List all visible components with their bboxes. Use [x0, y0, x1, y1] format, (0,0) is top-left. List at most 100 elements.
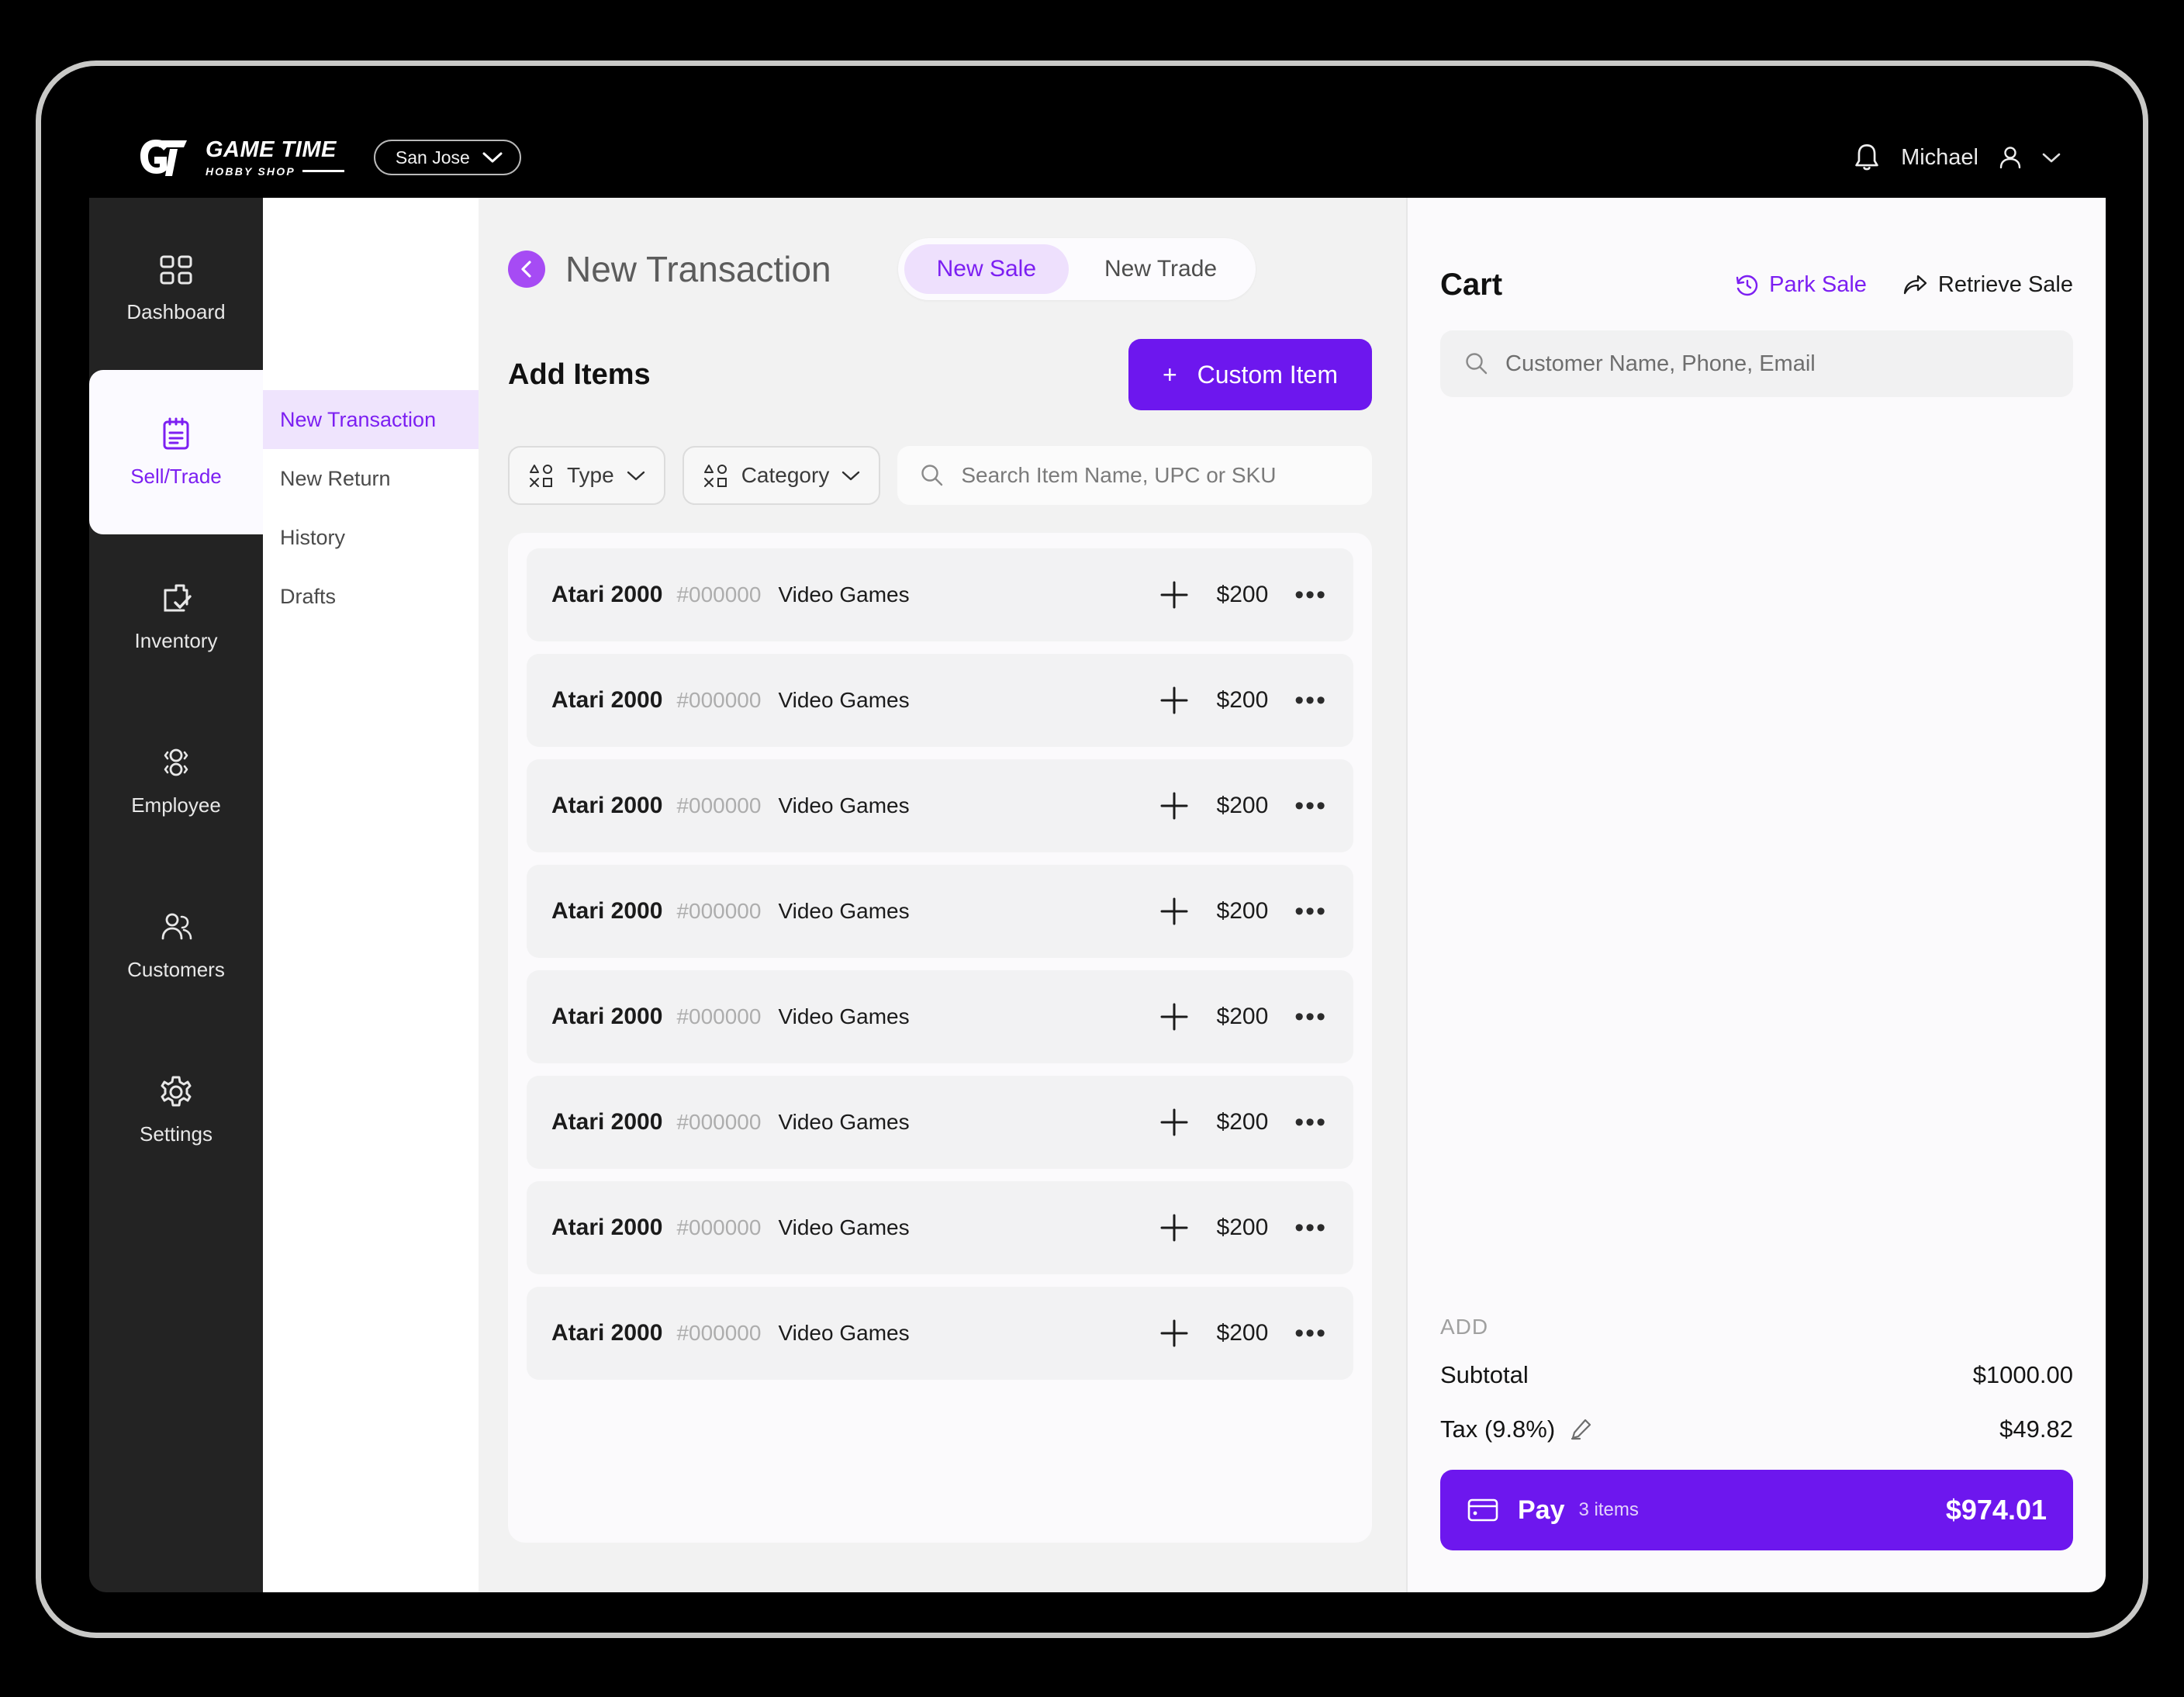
subnav-item-history[interactable]: History [263, 508, 479, 567]
row-menu-icon[interactable]: ••• [1294, 686, 1327, 714]
card-icon [1467, 1498, 1498, 1522]
add-item-icon[interactable] [1158, 1211, 1190, 1244]
tab-label: New Trade [1104, 256, 1218, 282]
item-price: $200 [1216, 1215, 1269, 1240]
user-avatar-icon[interactable] [1999, 145, 2022, 170]
subtotal-value: $1000.00 [1972, 1361, 2073, 1388]
clipboard-list-icon [163, 417, 189, 449]
sidebar-item-inventory[interactable]: Inventory [89, 534, 263, 699]
park-sale-button[interactable]: Park Sale [1735, 272, 1867, 298]
filter-type[interactable]: Type [508, 446, 665, 505]
add-item-icon[interactable] [1158, 579, 1190, 611]
tab-new-trade[interactable]: New Trade [1072, 244, 1249, 294]
item-category: Video Games [778, 1215, 910, 1239]
sidebar-item-employee[interactable]: Employee [89, 699, 263, 863]
customers-icon [161, 913, 192, 939]
sidebar-item-customers[interactable]: Customers [89, 863, 263, 1028]
custom-item-button[interactable]: + Custom Item [1128, 339, 1372, 410]
table-row[interactable]: Atari 2000 #000000 Video Games $200 ••• [527, 1181, 1353, 1274]
cart-actions: Park Sale Retrieve Sale [1735, 272, 2073, 298]
app-body: Dashboard Sell/Trade Inventory Employee … [89, 198, 2106, 1592]
row-menu-icon[interactable]: ••• [1294, 1319, 1327, 1346]
item-price: $200 [1216, 1320, 1269, 1346]
edit-pencil-icon[interactable] [1569, 1418, 1592, 1441]
item-results-list: Atari 2000 #000000 Video Games $200 ••• [508, 533, 1372, 1543]
filter-label: Category [741, 463, 830, 487]
sidebar-nav: Dashboard Sell/Trade Inventory Employee … [89, 198, 263, 1592]
item-search-input[interactable]: Search Item Name, UPC or SKU [897, 446, 1372, 505]
sidebar-item-label: Dashboard [126, 299, 226, 323]
user-menu-chevron-down-icon[interactable] [2042, 152, 2061, 163]
row-menu-icon[interactable]: ••• [1294, 792, 1327, 819]
add-item-icon[interactable] [1158, 1106, 1190, 1139]
table-row[interactable]: Atari 2000 #000000 Video Games $200 ••• [527, 1076, 1353, 1169]
customer-search-input[interactable]: Customer Name, Phone, Email [1440, 330, 2073, 397]
item-price: $200 [1216, 1004, 1269, 1029]
pay-button[interactable]: Pay 3 items $974.01 [1440, 1470, 2073, 1550]
share-arrow-icon [1903, 275, 1927, 294]
employee-icon [164, 748, 188, 776]
item-name: Atari 2000 [551, 687, 663, 713]
top-bar-right: Michael [1853, 143, 2061, 172]
sidebar-item-settings[interactable]: Settings [89, 1028, 263, 1192]
item-name: Atari 2000 [551, 1215, 663, 1240]
retrieve-sale-button[interactable]: Retrieve Sale [1902, 272, 2073, 298]
table-row[interactable]: Atari 2000 #000000 Video Games $200 ••• [527, 759, 1353, 852]
item-name: Atari 2000 [551, 793, 663, 818]
app-window: GAME TIME HOBBY SHOP San Jose Michael Da… [89, 117, 2106, 1592]
sidebar-item-label: Customers [127, 957, 225, 981]
customer-search-placeholder: Customer Name, Phone, Email [1505, 351, 1816, 376]
clock-rewind-icon [1736, 275, 1758, 296]
item-category: Video Games [778, 1004, 910, 1028]
row-menu-icon[interactable]: ••• [1294, 581, 1327, 608]
sidebar-item-sell-trade[interactable]: Sell/Trade [89, 370, 263, 534]
subnav-item-new-return[interactable]: New Return [263, 449, 479, 508]
add-item-icon[interactable] [1158, 1317, 1190, 1350]
back-button[interactable] [508, 251, 545, 288]
table-row[interactable]: Atari 2000 #000000 Video Games $200 ••• [527, 970, 1353, 1063]
item-sku: #000000 [676, 688, 762, 712]
item-category: Video Games [778, 582, 910, 607]
add-item-icon[interactable] [1158, 1001, 1190, 1033]
subnav-item-label: History [280, 525, 346, 549]
user-name-label: Michael [1901, 144, 1978, 170]
item-sku: #000000 [676, 899, 762, 923]
subnav-item-label: Drafts [280, 584, 337, 608]
row-menu-icon[interactable]: ••• [1294, 1214, 1327, 1241]
park-sale-label: Park Sale [1769, 272, 1867, 297]
item-price: $200 [1216, 687, 1269, 713]
top-bar: GAME TIME HOBBY SHOP San Jose Michael [89, 117, 2106, 198]
plus-icon: + [1162, 360, 1177, 389]
add-section-label: ADD [1440, 1315, 1489, 1339]
cart-panel: Cart Park Sale Retrieve Sale Customer Na… [1408, 198, 2106, 1592]
tab-new-sale[interactable]: New Sale [904, 244, 1070, 294]
grid-icon [160, 255, 192, 284]
table-row[interactable]: Atari 2000 #000000 Video Games $200 ••• [527, 548, 1353, 641]
location-selector[interactable]: San Jose [373, 140, 521, 175]
row-menu-icon[interactable]: ••• [1294, 1108, 1327, 1135]
table-row[interactable]: Atari 2000 #000000 Video Games $200 ••• [527, 654, 1353, 747]
chevron-left-icon [521, 261, 531, 278]
transaction-type-tabs: New Sale New Trade [897, 238, 1256, 300]
add-items-header: Add Items + Custom Item [479, 300, 1406, 410]
bell-icon[interactable] [1853, 143, 1881, 172]
add-item-icon[interactable] [1158, 895, 1190, 928]
sidebar-item-label: Sell/Trade [130, 464, 222, 488]
row-menu-icon[interactable]: ••• [1294, 1003, 1327, 1030]
subnav-item-drafts[interactable]: Drafts [263, 567, 479, 626]
subnav-item-new-transaction[interactable]: New Transaction [263, 390, 479, 449]
filters-row: Type Category Search Item Name, UPC or S… [479, 410, 1406, 505]
search-icon [921, 465, 943, 486]
brand-logo: GAME TIME HOBBY SHOP [139, 138, 344, 177]
filter-category[interactable]: Category [682, 446, 881, 505]
brand-rule [302, 170, 344, 172]
item-price: $200 [1216, 898, 1269, 924]
add-item-icon[interactable] [1158, 790, 1190, 822]
table-row[interactable]: Atari 2000 #000000 Video Games $200 ••• [527, 865, 1353, 958]
add-item-icon[interactable] [1158, 684, 1190, 717]
sidebar-item-dashboard[interactable]: Dashboard [89, 206, 263, 370]
clipboard-check-icon [164, 584, 192, 611]
filter-label: Type [567, 463, 614, 487]
row-menu-icon[interactable]: ••• [1294, 897, 1327, 925]
table-row[interactable]: Atari 2000 #000000 Video Games $200 ••• [527, 1287, 1353, 1380]
